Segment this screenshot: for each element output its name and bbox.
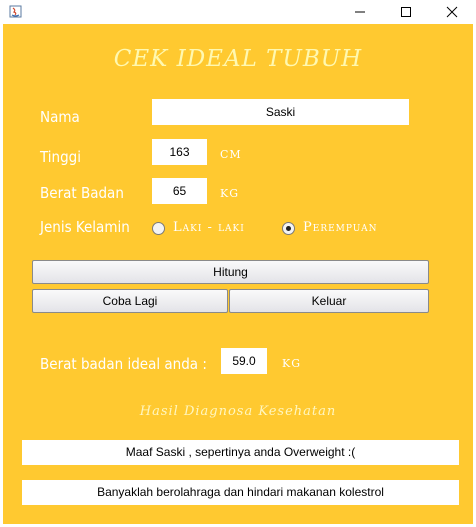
height-unit: CM — [220, 148, 242, 161]
ideal-weight-unit: KG — [282, 357, 302, 370]
radio-selected-dot — [286, 226, 291, 231]
name-field[interactable]: Saski — [152, 99, 409, 125]
close-icon — [446, 6, 458, 18]
main-panel: CEK IDEAL TUBUH Nama Saski Tinggi 163 CM… — [3, 24, 473, 524]
name-label: Nama — [40, 108, 80, 126]
close-button[interactable] — [429, 0, 475, 24]
weight-field[interactable]: 65 — [152, 178, 207, 204]
minimize-button[interactable] — [337, 0, 383, 24]
height-field[interactable]: 163 — [152, 139, 207, 165]
radio-female[interactable] — [282, 222, 295, 235]
minimize-icon — [355, 11, 365, 13]
page-title: CEK IDEAL TUBUH — [113, 46, 363, 72]
title-bar — [0, 0, 476, 24]
ideal-weight-label: Berat badan ideal anda : — [40, 355, 207, 373]
health-advice: Banyaklah berolahraga dan hindari makana… — [22, 480, 459, 505]
retry-button[interactable]: Coba Lagi — [32, 289, 228, 313]
app-window: CEK IDEAL TUBUH Nama Saski Tinggi 163 CM… — [0, 0, 476, 527]
height-label: Tinggi — [40, 148, 81, 166]
gender-label: Jenis Kelamin — [40, 218, 130, 236]
exit-button[interactable]: Keluar — [229, 289, 429, 313]
weight-label: Berat Badan — [40, 184, 124, 202]
maximize-button[interactable] — [383, 0, 429, 24]
diagnosis-title: Hasil Diagnosa Kesehatan — [139, 404, 337, 419]
diagnosis-message: Maaf Saski , sepertinya anda Overweight … — [22, 440, 459, 465]
radio-female-label[interactable]: Perempuan — [303, 220, 377, 235]
radio-male[interactable] — [152, 222, 165, 235]
ideal-weight-field: 59.0 — [221, 348, 267, 374]
java-app-icon — [9, 5, 22, 18]
radio-male-label[interactable]: Laki - laki — [173, 220, 245, 235]
maximize-icon — [401, 7, 411, 17]
weight-unit: KG — [220, 187, 240, 200]
calculate-button[interactable]: Hitung — [32, 260, 429, 284]
